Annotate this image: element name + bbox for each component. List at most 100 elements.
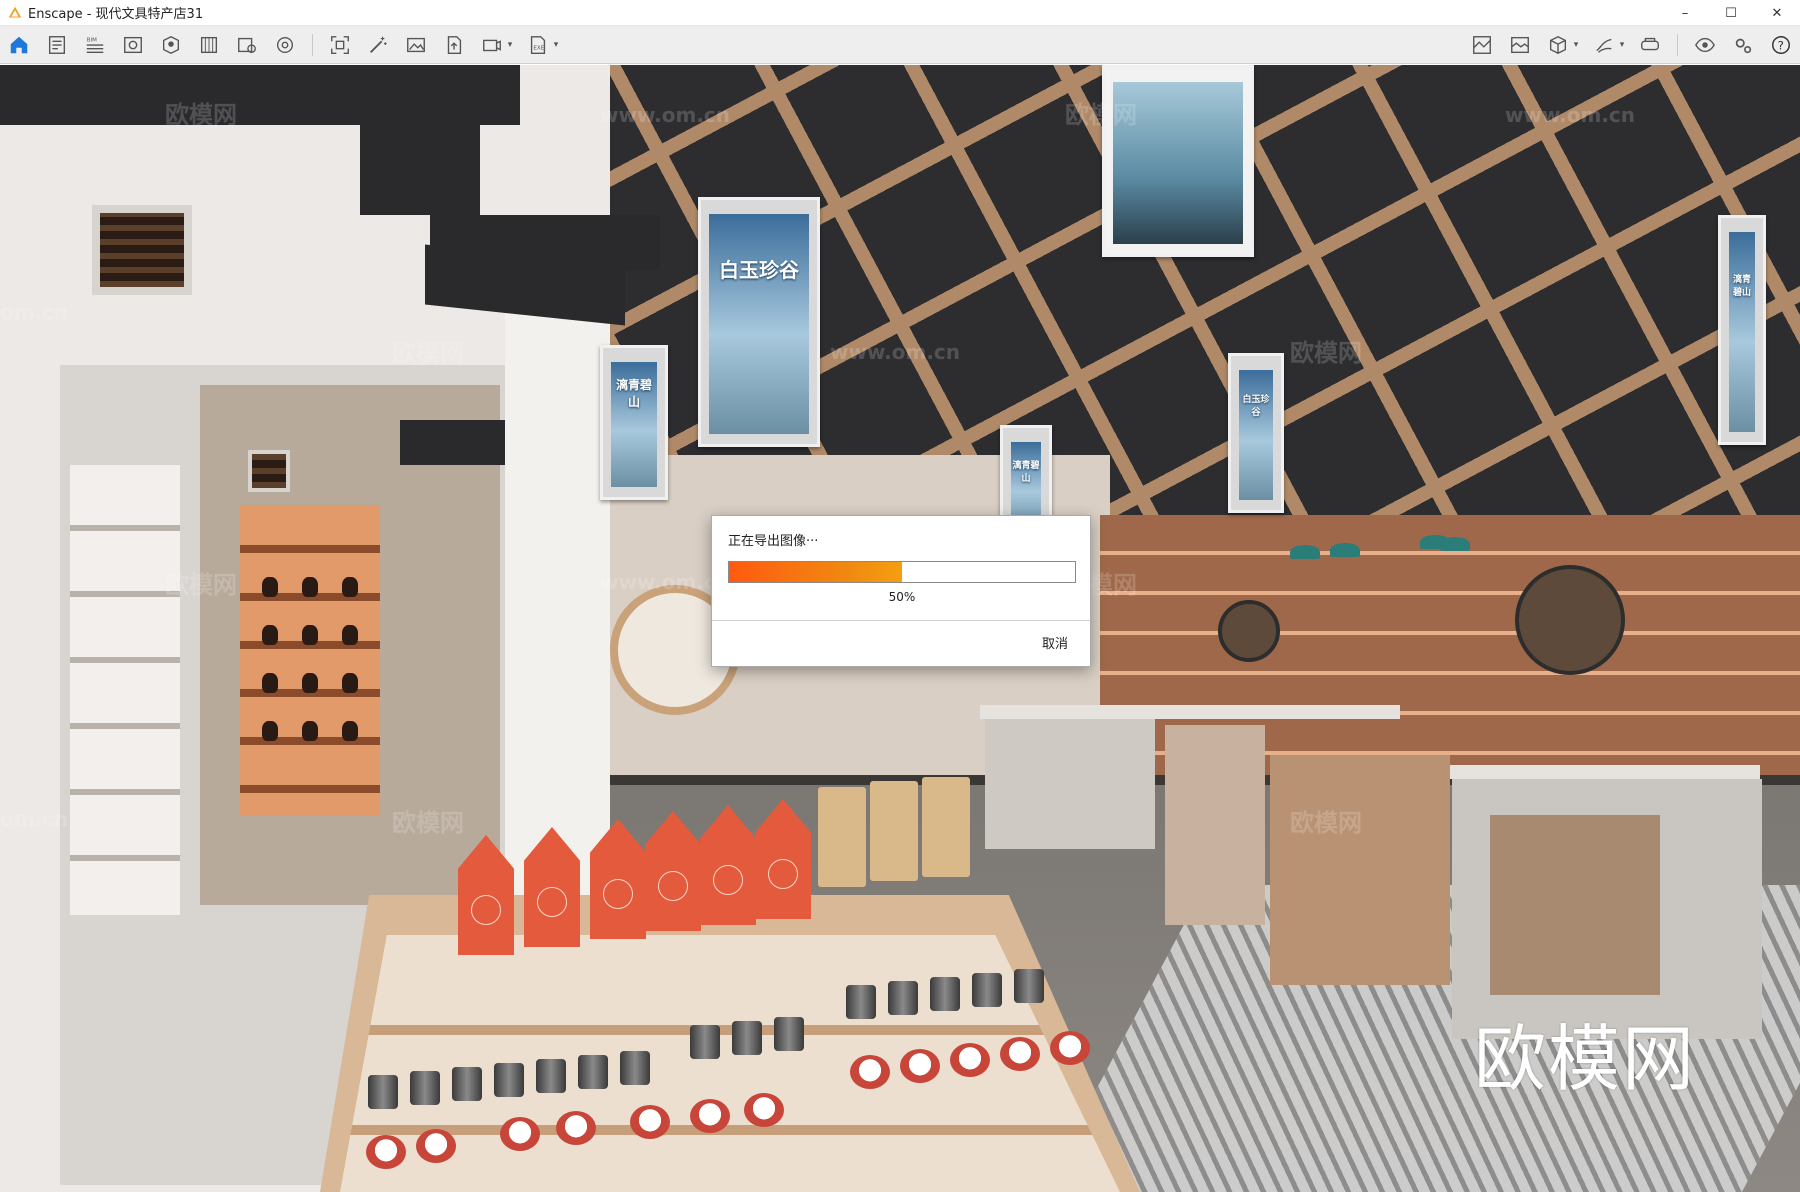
video-dropdown-chevron-down-icon[interactable]: ▾ bbox=[505, 28, 515, 62]
minimize-button[interactable]: – bbox=[1662, 0, 1708, 26]
banner-text: 漓青碧山 bbox=[1012, 461, 1040, 484]
view-icon bbox=[124, 36, 142, 53]
window-controls: – ☐ ✕ bbox=[1662, 0, 1800, 26]
tin-can bbox=[368, 1075, 398, 1109]
clock-face bbox=[713, 865, 743, 895]
century-tuna-can bbox=[1050, 1031, 1090, 1065]
cube-dropdown-chevron-down-icon[interactable]: ▾ bbox=[1571, 28, 1581, 62]
tin-can bbox=[690, 1025, 720, 1059]
lit-vase-shelf bbox=[240, 505, 380, 815]
watermark: www.om.cn bbox=[1505, 103, 1636, 127]
vase bbox=[262, 577, 278, 597]
help-button[interactable]: ? bbox=[1762, 28, 1800, 62]
render-image-button[interactable] bbox=[397, 28, 435, 62]
tin-can bbox=[452, 1067, 482, 1101]
tin-can bbox=[732, 1021, 762, 1055]
batch-render-button[interactable] bbox=[228, 28, 266, 62]
vr-headset-button[interactable] bbox=[1631, 28, 1669, 62]
settings-button[interactable] bbox=[1724, 28, 1762, 62]
watermark: www.om.cn bbox=[830, 340, 961, 364]
vase bbox=[302, 673, 318, 693]
vase bbox=[342, 721, 358, 741]
material-book-icon bbox=[200, 36, 218, 53]
lattice-window bbox=[92, 205, 192, 295]
progress-percentage: 50% bbox=[888, 590, 916, 604]
close-button[interactable]: ✕ bbox=[1754, 0, 1800, 26]
roof-eave bbox=[0, 65, 520, 125]
asset-library-button[interactable] bbox=[152, 28, 190, 62]
settings-wheel-button[interactable] bbox=[266, 28, 304, 62]
hanging-banner: 漓青碧山 bbox=[1718, 215, 1766, 445]
title-bar: Enscape - 现代文具特产店31 – ☐ ✕ bbox=[0, 0, 1800, 26]
vase bbox=[262, 721, 278, 741]
pendant-lamp bbox=[1290, 545, 1320, 559]
century-tuna-can bbox=[900, 1049, 940, 1083]
watermark: 欧模网 bbox=[1065, 101, 1137, 129]
panorama-icon bbox=[1511, 36, 1529, 53]
tin-can bbox=[578, 1055, 608, 1089]
export-progress-dialog: 正在导出图像··· 50% 取消 bbox=[711, 515, 1091, 667]
home-button[interactable] bbox=[0, 28, 38, 62]
banner-text: 漓青碧山 bbox=[615, 378, 652, 409]
maximize-button[interactable]: ☐ bbox=[1708, 0, 1754, 26]
visibility-button[interactable] bbox=[1686, 28, 1724, 62]
watermark: 欧模网 bbox=[392, 809, 464, 837]
svg-text:?: ? bbox=[1778, 38, 1784, 52]
capture-button[interactable] bbox=[321, 28, 359, 62]
counter-body bbox=[1165, 725, 1265, 925]
tin-can bbox=[1014, 969, 1044, 1003]
upload-button[interactable] bbox=[435, 28, 473, 62]
views-button[interactable] bbox=[114, 28, 152, 62]
banner-text: 白玉珍谷 bbox=[719, 258, 799, 282]
tin-can bbox=[620, 1051, 650, 1085]
tin-can bbox=[494, 1063, 524, 1097]
watermark: om.cn bbox=[0, 300, 69, 324]
svg-text:EXE: EXE bbox=[533, 45, 544, 51]
counter-top bbox=[980, 705, 1400, 719]
bim-button[interactable]: BIM bbox=[76, 28, 114, 62]
toolbar-separator bbox=[312, 33, 313, 56]
banner-text: 漓青碧山 bbox=[1732, 275, 1751, 298]
toolbar-left-group: BIM ▾ EXE ▾ bbox=[0, 28, 565, 62]
main-toolbar: BIM ▾ EXE ▾ ▾ ▾ ? bbox=[0, 26, 1800, 85]
hanging-artwork bbox=[1102, 65, 1254, 257]
bim-icon: BIM bbox=[86, 37, 104, 53]
century-tuna-can bbox=[950, 1043, 990, 1077]
clock-face bbox=[537, 887, 567, 917]
round-mirror bbox=[1515, 565, 1625, 675]
export-icon: EXE bbox=[530, 35, 546, 54]
panorama-button[interactable] bbox=[1501, 28, 1539, 62]
gear-icon bbox=[1735, 38, 1752, 53]
sketch-dropdown-chevron-down-icon[interactable]: ▾ bbox=[1617, 28, 1627, 62]
cube-icon bbox=[1549, 35, 1567, 54]
century-tuna-can bbox=[630, 1105, 670, 1139]
tin-can bbox=[410, 1071, 440, 1105]
roof-eave bbox=[360, 120, 480, 215]
material-button[interactable] bbox=[190, 28, 228, 62]
coffee-bag bbox=[870, 781, 918, 881]
hanging-banner: 白玉珍谷 bbox=[1228, 353, 1284, 513]
vr-headset-icon bbox=[1641, 37, 1659, 50]
clock-face bbox=[768, 859, 798, 889]
hanging-banner: 漓青碧山 bbox=[600, 345, 668, 500]
map-view-button[interactable] bbox=[1463, 28, 1501, 62]
century-tuna-can bbox=[500, 1117, 540, 1151]
dialog-divider bbox=[712, 620, 1090, 621]
clock-face bbox=[471, 895, 501, 925]
vase bbox=[342, 673, 358, 693]
cancel-button[interactable]: 取消 bbox=[1042, 633, 1068, 652]
sketch-icon bbox=[1596, 38, 1612, 53]
coffee-bag bbox=[818, 787, 866, 887]
svg-text:BIM: BIM bbox=[87, 37, 97, 43]
export-dropdown-chevron-down-icon[interactable]: ▾ bbox=[551, 28, 561, 62]
watermark: 欧模网 bbox=[392, 339, 464, 367]
project-info-button[interactable] bbox=[38, 28, 76, 62]
tin-can bbox=[774, 1017, 804, 1051]
toolbar-separator-right bbox=[1677, 33, 1678, 56]
coffee-bag bbox=[922, 777, 970, 877]
progress-bar bbox=[728, 561, 1076, 583]
clock-face bbox=[658, 871, 688, 901]
pendant-lamp bbox=[1440, 537, 1470, 551]
century-tuna-can bbox=[416, 1129, 456, 1163]
magic-wand-button[interactable] bbox=[359, 28, 397, 62]
